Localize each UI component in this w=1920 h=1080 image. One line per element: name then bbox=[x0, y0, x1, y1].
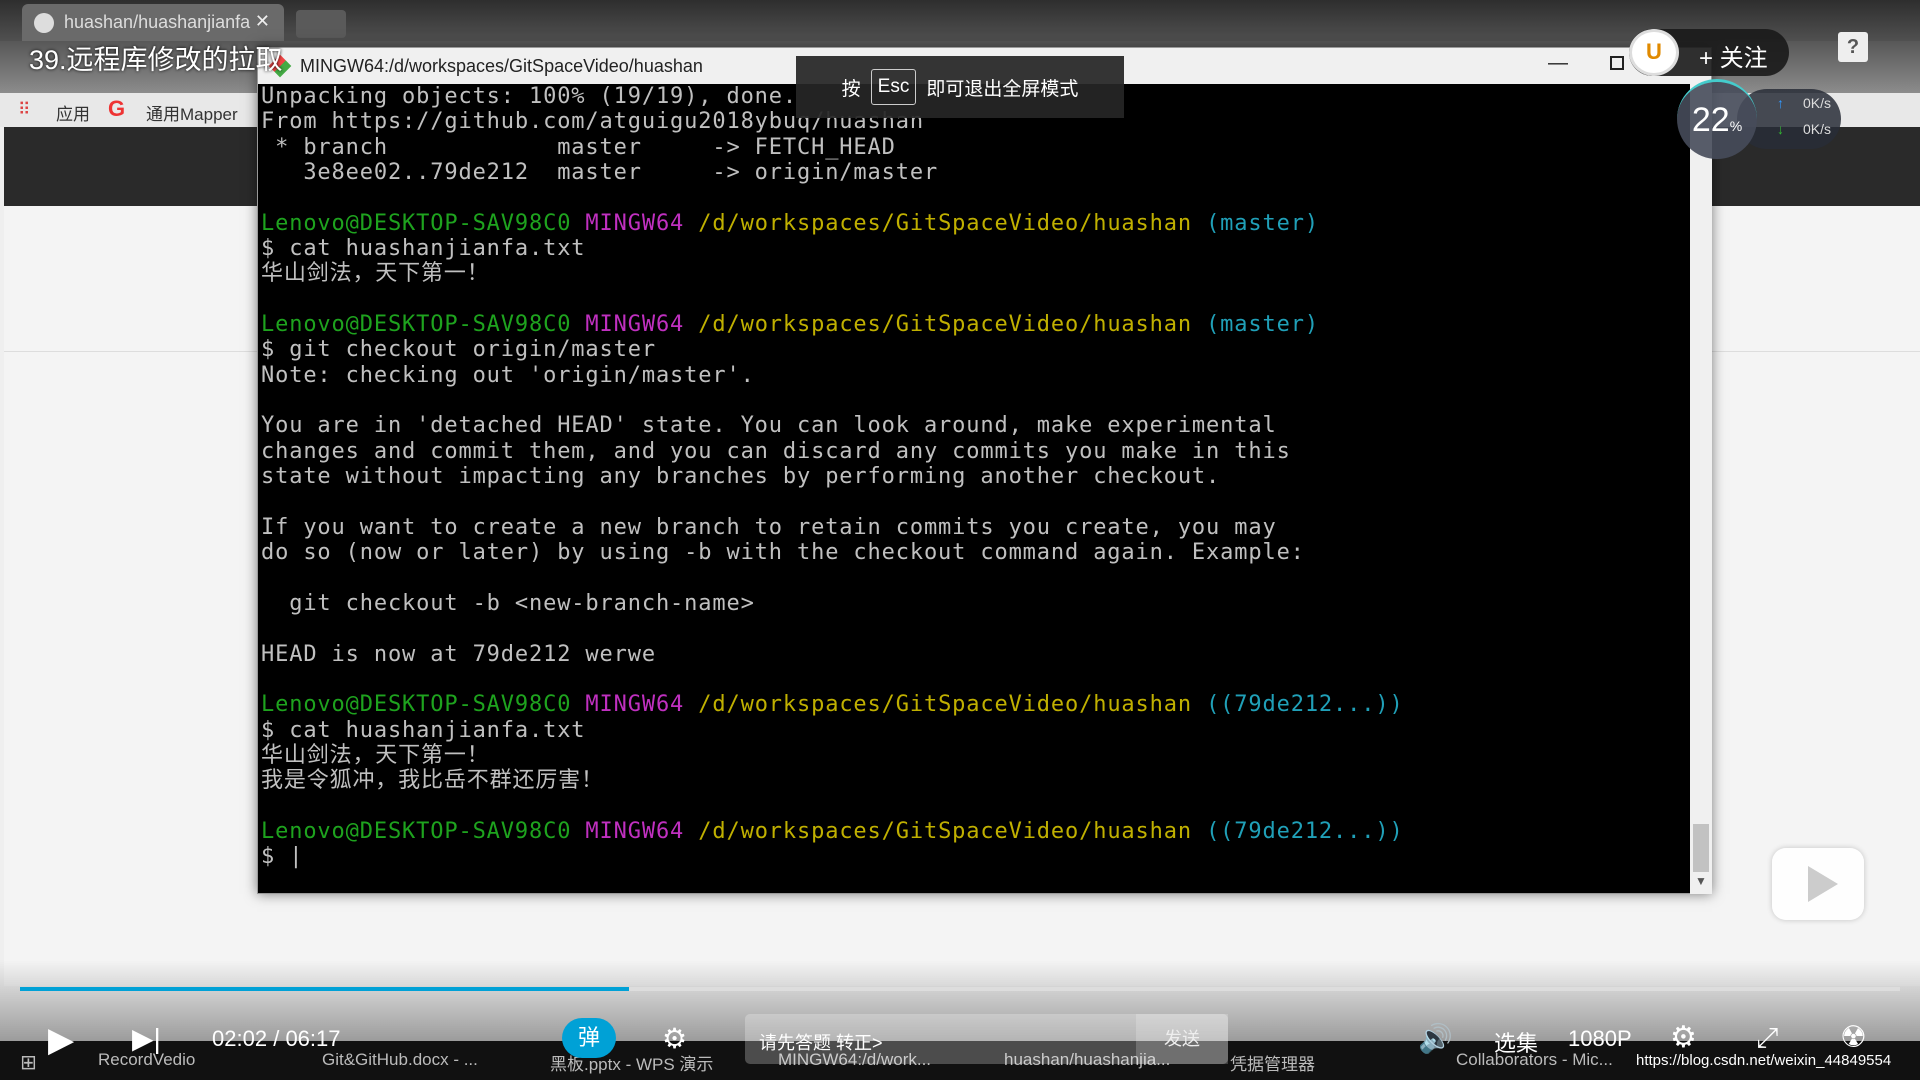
time-display: 02:02 / 06:17 bbox=[212, 1026, 341, 1051]
danmaku-input[interactable]: 请先答题 转正> 发送 bbox=[745, 1014, 1228, 1064]
pip-off-icon[interactable]: ⤢ bbox=[1756, 1022, 1778, 1055]
danmaku-settings-icon[interactable]: ⚙ bbox=[662, 1022, 687, 1055]
prompt-line: Lenovo@DESKTOP-SAV98C0 MINGW64 /d/worksp… bbox=[261, 819, 1681, 844]
github-icon bbox=[34, 13, 54, 33]
minimize-button[interactable]: — bbox=[1548, 52, 1568, 75]
prompt-branch: ((79de212...)) bbox=[1206, 692, 1404, 718]
prompt-line: Lenovo@DESKTOP-SAV98C0 MINGW64 /d/worksp… bbox=[261, 312, 1681, 337]
terminal-title: MINGW64:/d/workspaces/GitSpaceVideo/huas… bbox=[300, 56, 703, 76]
terminal-window[interactable]: MINGW64:/d/workspaces/GitSpaceVideo/huas… bbox=[257, 47, 1712, 894]
episodes-button[interactable]: 选集 bbox=[1494, 1026, 1538, 1058]
output-line: HEAD is now at 79de212 werwe bbox=[261, 641, 656, 667]
maximize-button[interactable] bbox=[1610, 56, 1624, 70]
esc-key: Esc bbox=[870, 69, 917, 105]
output-line: $ | bbox=[261, 844, 304, 870]
scroll-down-icon[interactable]: ▼ bbox=[1695, 874, 1707, 888]
apps-icon[interactable]: ⠿ bbox=[18, 100, 30, 120]
fullscreen-icon[interactable]: ☢ bbox=[1840, 1020, 1867, 1055]
progress-fill bbox=[20, 987, 630, 991]
scrollbar[interactable]: ▼ bbox=[1690, 84, 1712, 894]
output-line: You are in 'detached HEAD' state. You ca… bbox=[261, 413, 1277, 439]
watermark: https://blog.csdn.net/weixin_44849554 bbox=[1636, 1052, 1892, 1069]
prompt-path: /d/workspaces/GitSpaceVideo/huashan bbox=[698, 692, 1192, 718]
output-line: * branch master -> FETCH_HEAD bbox=[261, 134, 896, 160]
volume-icon[interactable]: 🔊 bbox=[1418, 1022, 1453, 1055]
g-icon: G bbox=[108, 96, 126, 121]
close-tab-icon[interactable]: ✕ bbox=[255, 11, 270, 32]
help-icon[interactable]: ? bbox=[1838, 32, 1868, 62]
prompt-path: /d/workspaces/GitSpaceVideo/huashan bbox=[698, 312, 1192, 338]
prompt-branch: (master) bbox=[1206, 312, 1319, 338]
output-line: Note: checking out 'origin/master'. bbox=[261, 362, 755, 388]
output-line: 华山剑法，天下第一！ bbox=[261, 261, 490, 287]
prompt-branch: ((79de212...)) bbox=[1206, 818, 1404, 844]
prompt-line: Lenovo@DESKTOP-SAV98C0 MINGW64 /d/worksp… bbox=[261, 211, 1681, 236]
danmaku-toggle[interactable]: 弹 bbox=[562, 1018, 616, 1058]
browser-tab-strip bbox=[0, 0, 1920, 41]
download-icon: ↓ bbox=[1777, 121, 1784, 137]
output-line: git checkout -b <new-branch-name> bbox=[261, 590, 755, 616]
prompt-system: MINGW64 bbox=[585, 210, 685, 236]
output-line: If you want to create a new branch to re… bbox=[261, 514, 1277, 540]
fullscreen-exit-hint: 按 Esc 即可退出全屏模式 bbox=[796, 56, 1124, 118]
output-line: do so (now or later) by using -b with th… bbox=[261, 540, 1305, 566]
bookmark-mapper[interactable]: 通用Mapper bbox=[146, 100, 238, 125]
prompt-path: /d/workspaces/GitSpaceVideo/huashan bbox=[698, 818, 1192, 844]
output-line: 3e8ee02..79de212 master -> origin/master bbox=[261, 160, 939, 186]
prompt-user: Lenovo@DESKTOP-SAV98C0 bbox=[261, 692, 572, 718]
prompt-user: Lenovo@DESKTOP-SAV98C0 bbox=[261, 312, 572, 338]
bookmark-apps[interactable]: 应用 bbox=[56, 100, 90, 125]
output-line: $ cat huashanjianfa.txt bbox=[261, 236, 586, 262]
prompt-user: Lenovo@DESKTOP-SAV98C0 bbox=[261, 818, 572, 844]
terminal-output[interactable]: Unpacking objects: 100% (19/19), done. Fr… bbox=[261, 84, 1681, 870]
play-button[interactable]: ▶ bbox=[48, 1020, 74, 1060]
video-title: 39.远程库修改的拉取 bbox=[29, 45, 283, 75]
send-button[interactable]: 发送 bbox=[1136, 1014, 1228, 1064]
scrollbar-thumb[interactable] bbox=[1693, 824, 1709, 872]
follow-button[interactable]: U + 关注 bbox=[1629, 29, 1789, 76]
network-speed-widget: ↑ 0K/s ↓ 0K/s 22% bbox=[1677, 79, 1841, 159]
prompt-path: /d/workspaces/GitSpaceVideo/huashan bbox=[698, 210, 1192, 236]
prompt-system: MINGW64 bbox=[585, 818, 685, 844]
output-line: 我是令狐冲，我比岳不群还厉害！ bbox=[261, 768, 604, 794]
settings-icon[interactable]: ⚙ bbox=[1670, 1020, 1697, 1055]
play-overlay-icon[interactable] bbox=[1772, 848, 1864, 920]
output-line: $ git checkout origin/master bbox=[261, 337, 656, 363]
prompt-user: Lenovo@DESKTOP-SAV98C0 bbox=[261, 210, 572, 236]
uploader-avatar[interactable]: U bbox=[1629, 29, 1679, 76]
output-line: changes and commit them, and you can dis… bbox=[261, 438, 1291, 464]
prompt-line: Lenovo@DESKTOP-SAV98C0 MINGW64 /d/worksp… bbox=[261, 692, 1681, 717]
quality-button[interactable]: 1080P bbox=[1568, 1026, 1632, 1052]
progress-bar[interactable] bbox=[20, 987, 1900, 991]
browser-tab[interactable]: huashan/huashanjianfa ✕ bbox=[22, 4, 284, 41]
output-line: $ cat huashanjianfa.txt bbox=[261, 717, 586, 743]
output-line: 华山剑法，天下第一！ bbox=[261, 742, 490, 768]
new-tab-button[interactable] bbox=[296, 10, 346, 38]
prompt-branch: (master) bbox=[1206, 210, 1319, 236]
upload-icon: ↑ bbox=[1777, 95, 1784, 111]
prompt-system: MINGW64 bbox=[585, 312, 685, 338]
output-line: state without impacting any branches by … bbox=[261, 464, 1221, 490]
prompt-system: MINGW64 bbox=[585, 692, 685, 718]
next-button[interactable]: ▶| bbox=[132, 1022, 161, 1055]
